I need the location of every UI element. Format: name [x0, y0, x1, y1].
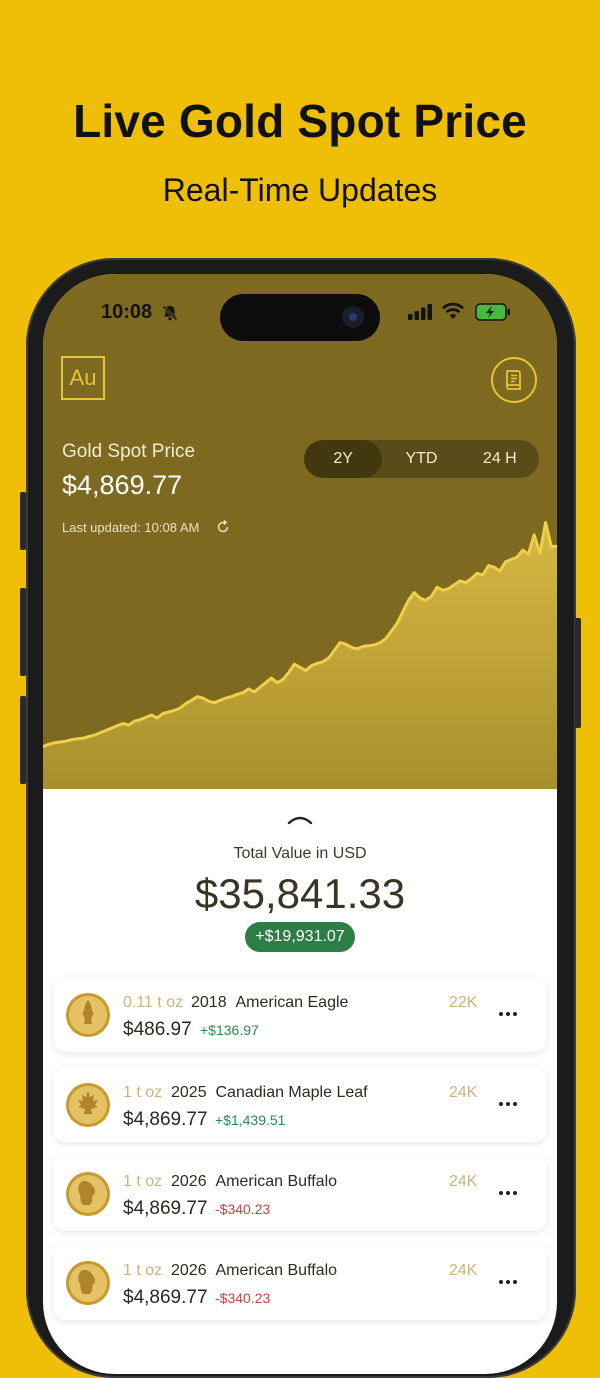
- holding-card[interactable]: 1 t oz 2026 American Buffalo $4,869.77 -…: [53, 1245, 547, 1320]
- holding-name: American Eagle: [235, 994, 349, 1011]
- holding-change: +$1,439.51: [215, 1112, 286, 1128]
- spot-price-label: Gold Spot Price: [62, 441, 196, 462]
- chevron-up-icon[interactable]: [287, 812, 313, 826]
- holding-title: 2026 American Buffalo: [171, 1262, 337, 1280]
- holding-price: $4,869.77: [123, 1109, 208, 1130]
- holding-year: 2025: [171, 1084, 207, 1101]
- chart-panel: 10:08 Au Gold Spot Price $4,869.77 Last …: [43, 274, 557, 789]
- range-selector: 2Y YTD 24 H: [304, 440, 539, 478]
- holding-change: -$340.23: [215, 1290, 271, 1306]
- app-logo: Au: [61, 356, 105, 400]
- more-options-icon[interactable]: [499, 1182, 523, 1195]
- holding-karat: 24K: [449, 1084, 478, 1101]
- holding-card[interactable]: 1 t oz 2026 American Buffalo $4,869.77 -…: [53, 1156, 547, 1231]
- phone-action-button: [20, 492, 26, 550]
- guide-button[interactable]: [491, 357, 537, 403]
- american-buffalo-coin-icon: [66, 1172, 110, 1216]
- holding-karat: 24K: [449, 1262, 478, 1279]
- holding-weight: 1 t oz: [123, 1084, 163, 1101]
- holding-title: 2026 American Buffalo: [171, 1173, 337, 1191]
- spot-price-value: $4,869.77: [62, 470, 183, 500]
- promo-headline: Live Gold Spot Price: [73, 95, 527, 147]
- holding-year: 2026: [171, 1173, 207, 1190]
- bell-slash-icon: [162, 305, 178, 321]
- total-value-label: Total Value in USD: [233, 845, 367, 862]
- holding-title: 2018 American Eagle: [191, 994, 348, 1012]
- holding-change: +$136.97: [200, 1022, 259, 1038]
- holding-year: 2018: [191, 994, 227, 1011]
- promo-subheadline: Real-Time Updates: [162, 172, 438, 208]
- battery-charging-icon: [475, 303, 510, 321]
- holding-price: $4,869.77: [123, 1287, 208, 1308]
- holding-karat: 22K: [449, 994, 478, 1011]
- book-icon: [506, 370, 521, 390]
- holding-weight: 1 t oz: [123, 1173, 163, 1190]
- signal-icon: [408, 304, 432, 320]
- more-options-icon[interactable]: [499, 1093, 523, 1106]
- range-tab-24h[interactable]: 24 H: [461, 440, 539, 478]
- holding-price: $4,869.77: [123, 1198, 208, 1219]
- american-buffalo-coin-icon: [66, 1261, 110, 1305]
- holding-name: American Buffalo: [215, 1262, 338, 1279]
- phone-power-button: [575, 618, 581, 728]
- chart-area-fill: [43, 522, 557, 789]
- total-gain-badge: +$19,931.07: [245, 922, 355, 952]
- holding-name: Canadian Maple Leaf: [215, 1084, 368, 1101]
- front-camera: [342, 306, 364, 328]
- spot-price-chart[interactable]: [43, 504, 557, 789]
- american-eagle-coin-icon: [66, 993, 110, 1037]
- status-time: 10:08: [101, 301, 153, 323]
- range-tab-2y[interactable]: 2Y: [304, 440, 383, 478]
- range-tab-ytd[interactable]: YTD: [382, 440, 460, 478]
- holding-change: -$340.23: [215, 1201, 271, 1217]
- holding-card[interactable]: 1 t oz 2025 Canadian Maple Leaf $4,869.7…: [53, 1067, 547, 1142]
- total-value-amount: $35,841.33: [194, 870, 406, 917]
- more-options-icon[interactable]: [499, 1271, 523, 1284]
- holding-card[interactable]: 0.11 t oz 2018 American Eagle $486.97 +$…: [53, 977, 547, 1052]
- more-options-icon[interactable]: [499, 1003, 523, 1016]
- holding-weight: 1 t oz: [123, 1262, 163, 1279]
- wifi-icon: [442, 302, 464, 319]
- holding-karat: 24K: [449, 1173, 478, 1190]
- holding-year: 2026: [171, 1262, 207, 1279]
- holding-title: 2025 Canadian Maple Leaf: [171, 1084, 368, 1102]
- phone-volume-down-button: [20, 696, 26, 784]
- dynamic-island: [220, 294, 380, 341]
- holding-price: $486.97: [123, 1019, 192, 1040]
- phone-volume-up-button: [20, 588, 26, 676]
- holding-weight: 0.11 t oz: [123, 994, 184, 1011]
- holding-name: American Buffalo: [215, 1173, 338, 1190]
- phone-screen: 10:08 Au Gold Spot Price $4,869.77 Last …: [43, 274, 557, 1374]
- maple-leaf-coin-icon: [66, 1083, 110, 1127]
